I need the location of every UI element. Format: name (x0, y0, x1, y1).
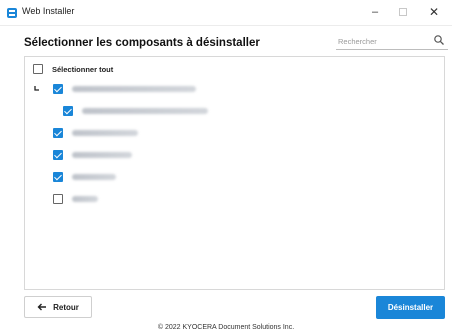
uninstall-button[interactable]: Désinstaller (376, 296, 445, 319)
item-label (72, 152, 132, 158)
window-title: Web Installer (22, 6, 75, 16)
item-checkbox[interactable] (53, 194, 63, 204)
maximize-icon (399, 8, 407, 17)
list-item[interactable] (53, 193, 98, 205)
arrow-left-icon (37, 303, 47, 311)
select-all-row[interactable]: Sélectionner tout (33, 63, 113, 75)
item-checkbox[interactable] (53, 172, 63, 182)
search-icon[interactable] (433, 34, 445, 46)
item-checkbox[interactable] (53, 128, 63, 138)
components-panel: Sélectionner tout (24, 56, 445, 290)
minimize-button[interactable]: – (364, 2, 386, 22)
list-item[interactable] (63, 105, 208, 117)
close-button[interactable]: ✕ (423, 2, 445, 22)
maximize-button[interactable] (392, 2, 414, 22)
item-label (82, 108, 208, 114)
select-all-label: Sélectionner tout (52, 64, 114, 74)
list-item[interactable] (53, 83, 196, 95)
app-icon (7, 8, 17, 18)
copyright-footer: © 2022 KYOCERA Document Solutions Inc. (157, 324, 295, 331)
item-checkbox[interactable] (53, 84, 63, 94)
search-box (336, 32, 448, 50)
list-item[interactable] (53, 171, 116, 183)
title-bar: Web Installer – ✕ (0, 0, 452, 26)
item-checkbox[interactable] (63, 106, 73, 116)
back-button-label: Retour (53, 302, 79, 312)
select-all-checkbox[interactable] (33, 64, 43, 74)
back-button[interactable]: Retour (24, 296, 92, 318)
page-title: Sélectionner les composants à désinstall… (24, 37, 260, 49)
item-label (72, 86, 196, 92)
search-input[interactable] (338, 34, 424, 48)
list-item[interactable] (53, 127, 138, 139)
item-label (72, 174, 116, 180)
list-item[interactable] (53, 149, 132, 161)
item-label (72, 196, 98, 202)
item-checkbox[interactable] (53, 150, 63, 160)
tree-expander-icon[interactable] (33, 85, 41, 93)
item-label (72, 130, 138, 136)
